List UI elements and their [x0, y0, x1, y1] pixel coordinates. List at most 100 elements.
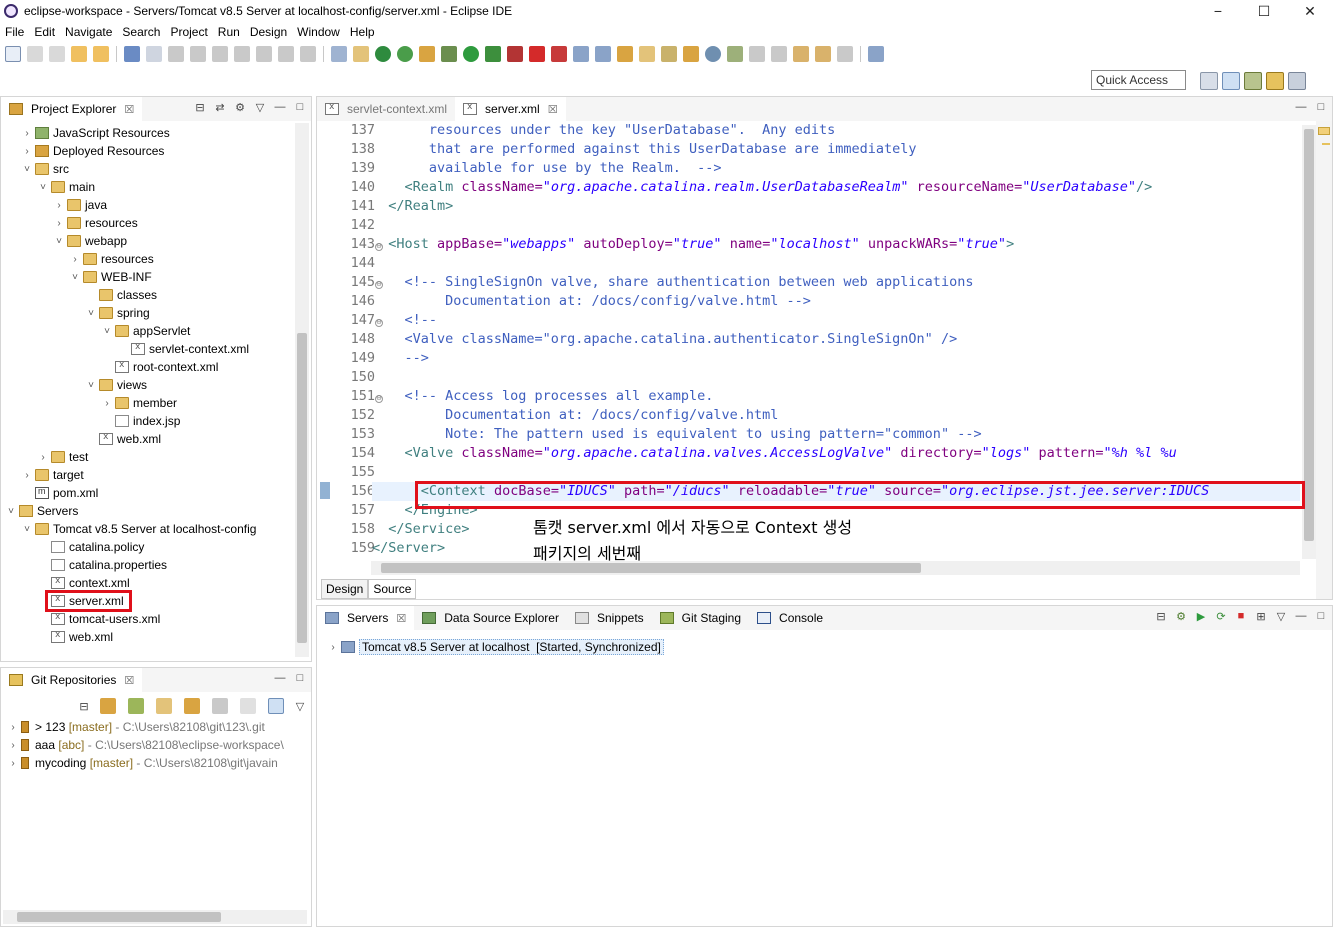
menu-edit[interactable]: Edit	[29, 25, 60, 39]
expand-icon[interactable]: ›	[21, 128, 33, 139]
collapse-icon[interactable]: ˅	[101, 326, 113, 337]
java-perspective-icon[interactable]	[1288, 72, 1306, 90]
server-item[interactable]: › Tomcat v8.5 Server at localhost [Start…	[327, 638, 664, 656]
menu-design[interactable]: Design	[245, 25, 292, 39]
clone-repository-icon[interactable]	[128, 698, 144, 714]
tree-item[interactable]: › test	[37, 448, 88, 466]
collapse-icon[interactable]: ˅	[21, 524, 33, 535]
publish-icon[interactable]	[397, 46, 413, 62]
tree-item[interactable]: › java	[53, 196, 107, 214]
tree-item[interactable]: tomcat-users.xml	[37, 610, 160, 628]
menu-file[interactable]: File	[0, 25, 29, 39]
git-horizontal-scrollbar[interactable]	[3, 910, 307, 924]
pen-icon[interactable]	[727, 46, 743, 62]
expand-icon[interactable]: ›	[21, 470, 33, 481]
maximize-view-icon[interactable]: □	[293, 100, 307, 114]
tab-console[interactable]: Console	[749, 606, 831, 630]
prev-annotation-icon[interactable]	[771, 46, 787, 62]
add-repository-icon[interactable]	[100, 698, 116, 714]
new-class-icon[interactable]	[595, 46, 611, 62]
close-icon[interactable]: ☒	[396, 612, 406, 625]
tab-data-source-explorer[interactable]: Data Source Explorer	[414, 606, 567, 630]
collapse-icon[interactable]: ˅	[5, 506, 17, 517]
scrollbar-thumb[interactable]	[1304, 129, 1314, 541]
filter-icon[interactable]: ⚙	[233, 100, 247, 114]
git-repo-item[interactable]: › > 123 [master] - C:\Users\82108\git\12…	[7, 718, 265, 736]
scrollbar-thumb[interactable]	[17, 912, 221, 922]
close-icon[interactable]: ☒	[124, 674, 134, 687]
profile-server-icon[interactable]: ⟳	[1214, 609, 1228, 623]
collapse-all-icon[interactable]: ⊟	[1154, 609, 1168, 623]
tree-item[interactable]: ˅ views	[85, 376, 147, 394]
minimize-view-icon[interactable]: —	[273, 671, 287, 685]
maximize-button[interactable]: ☐	[1241, 0, 1287, 22]
tree-item[interactable]: ˅ appServlet	[101, 322, 190, 340]
show-labels-icon[interactable]	[268, 698, 284, 714]
search-icon[interactable]	[661, 46, 677, 62]
debug-server-icon[interactable]: ⚙	[1174, 609, 1188, 623]
run-icon[interactable]	[463, 46, 479, 62]
expand-icon[interactable]: ›	[7, 758, 19, 769]
tree-item[interactable]: root-context.xml	[101, 358, 218, 376]
new-server-icon[interactable]	[573, 46, 589, 62]
refresh-icon[interactable]	[212, 698, 228, 714]
tree-item[interactable]: › resources	[69, 250, 153, 268]
stop-all-icon[interactable]	[551, 46, 567, 62]
step-over-icon[interactable]	[278, 46, 294, 62]
terminal-icon[interactable]	[124, 46, 140, 62]
menu-navigate[interactable]: Navigate	[60, 25, 117, 39]
tree-item[interactable]: › target	[21, 466, 83, 484]
toggle-mark-icon[interactable]	[331, 46, 347, 62]
annotation-icon[interactable]	[683, 46, 699, 62]
tab-design[interactable]: Design	[321, 579, 369, 599]
tree-item[interactable]: ˅ Servers	[5, 502, 78, 520]
minimize-view-icon[interactable]: —	[273, 100, 287, 114]
tree-item[interactable]: ˅ main	[37, 178, 95, 196]
tree-item[interactable]: ˅ Tomcat v8.5 Server at localhost-config	[21, 520, 256, 538]
scrollbar-thumb[interactable]	[297, 333, 307, 643]
expand-icon[interactable]: ›	[69, 254, 81, 265]
menu-window[interactable]: Window	[292, 25, 345, 39]
tree-item[interactable]: web.xml	[85, 430, 161, 448]
tree-item[interactable]: › JavaScript Resources	[21, 124, 169, 142]
tree-item[interactable]: › member	[101, 394, 177, 412]
globe-icon[interactable]	[705, 46, 721, 62]
open-resource-icon[interactable]	[93, 46, 109, 62]
resume-icon[interactable]	[168, 46, 184, 62]
minimize-view-icon[interactable]: —	[1294, 100, 1308, 114]
menu-project[interactable]: Project	[165, 25, 212, 39]
tree-item[interactable]: server.xml	[37, 592, 124, 610]
maximize-view-icon[interactable]: □	[293, 671, 307, 685]
tree-item[interactable]: ˅ spring	[85, 304, 150, 322]
tree-item[interactable]: index.jsp	[101, 412, 180, 430]
tree-item[interactable]: ˅ src	[21, 160, 69, 178]
last-edit-icon[interactable]	[793, 46, 809, 62]
close-icon[interactable]: ☒	[548, 103, 558, 116]
open-project-icon[interactable]	[617, 46, 633, 62]
tab-git-repositories[interactable]: Git Repositories ☒	[1, 668, 143, 692]
expand-icon[interactable]: ›	[7, 740, 19, 751]
tab-server-xml[interactable]: server.xml ☒	[455, 97, 566, 121]
back-icon[interactable]	[815, 46, 831, 62]
collapse-icon[interactable]: ˅	[85, 308, 97, 319]
tree-item[interactable]: catalina.policy	[37, 538, 144, 556]
tab-snippets[interactable]: Snippets	[567, 606, 652, 630]
step-into-icon[interactable]	[256, 46, 272, 62]
tree-item[interactable]: ˅ WEB-INF	[69, 268, 152, 286]
expand-icon[interactable]: ›	[21, 146, 33, 157]
pin-editor-icon[interactable]	[868, 46, 884, 62]
collapse-icon[interactable]: ˅	[69, 272, 81, 283]
tab-servlet-context-xml[interactable]: servlet-context.xml	[317, 97, 455, 121]
maximize-view-icon[interactable]: □	[1314, 609, 1328, 623]
minimize-button[interactable]: −	[1195, 0, 1241, 22]
editor-vertical-scrollbar[interactable]	[1302, 125, 1316, 559]
menu-search[interactable]: Search	[117, 25, 165, 39]
open-type-icon[interactable]	[71, 46, 87, 62]
expand-icon[interactable]: ›	[53, 200, 65, 211]
open-perspective-icon[interactable]	[1200, 72, 1218, 90]
project-tree-scrollbar[interactable]	[295, 123, 309, 657]
publish-server-icon[interactable]: ⊞	[1254, 609, 1268, 623]
tree-item[interactable]: › resources	[53, 214, 137, 232]
collapse-icon[interactable]: ˅	[85, 380, 97, 391]
create-repository-icon[interactable]	[156, 698, 172, 714]
